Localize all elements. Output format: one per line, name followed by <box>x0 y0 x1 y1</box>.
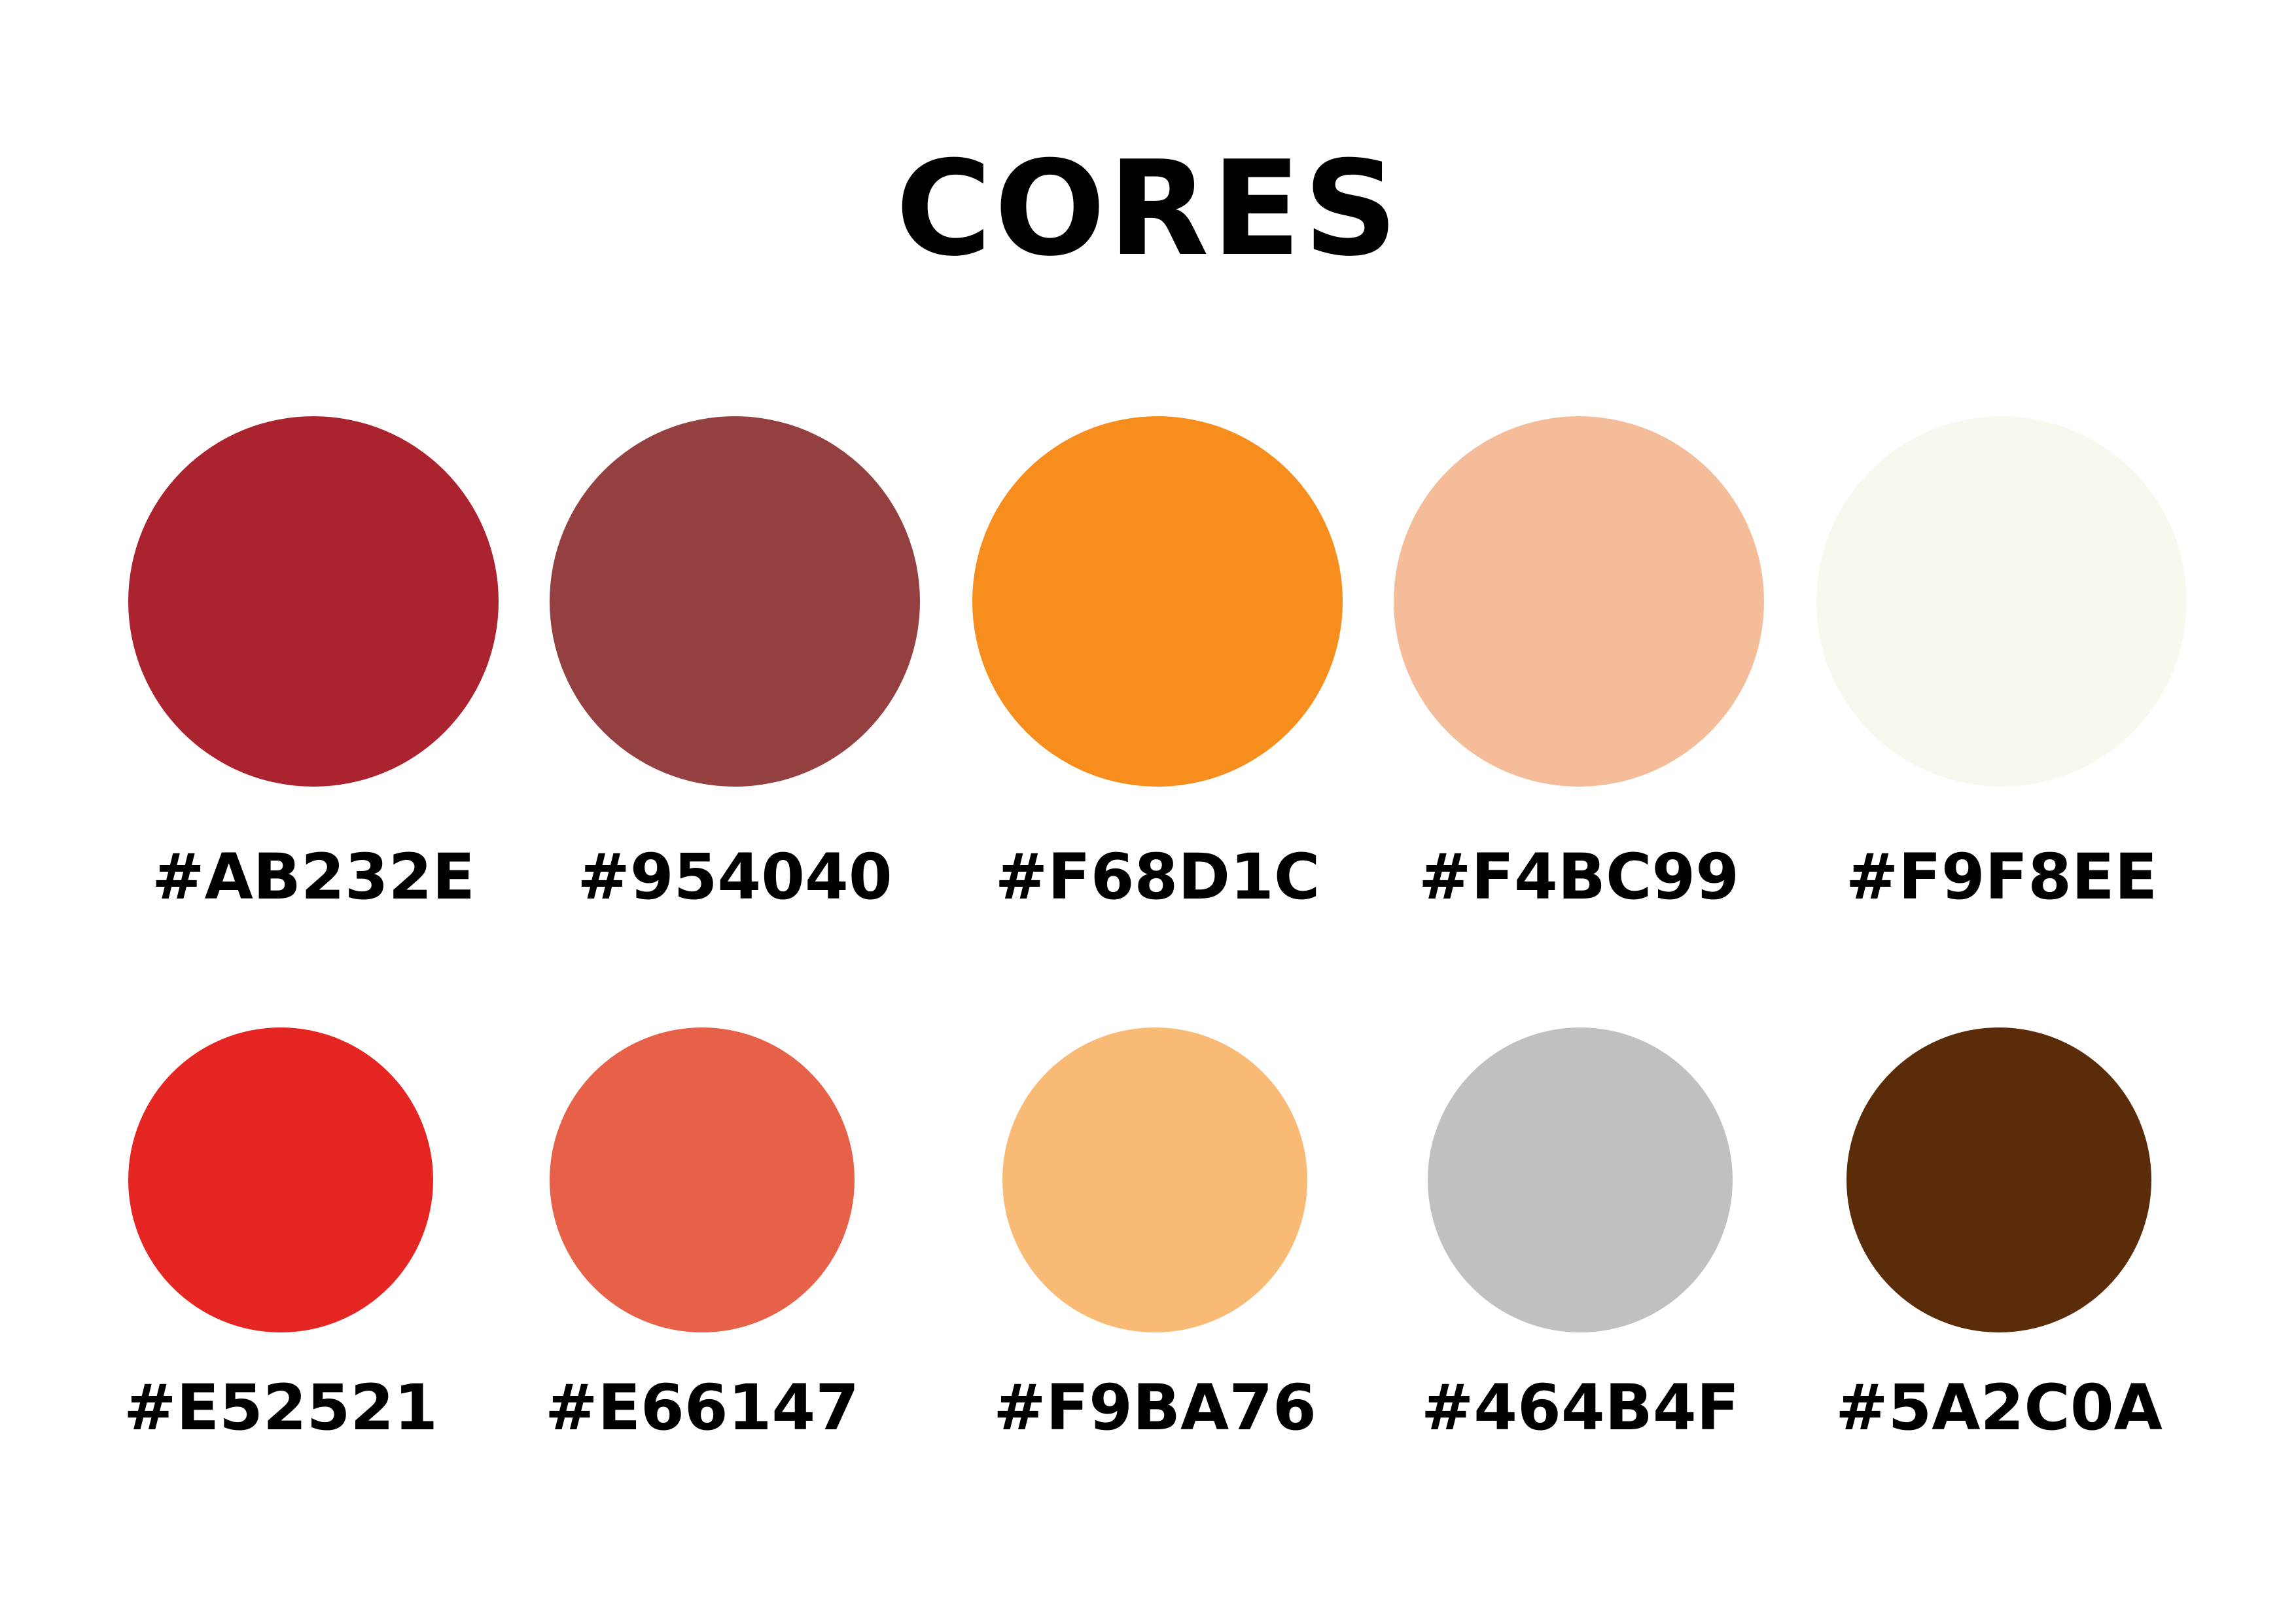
color-swatch-10 <box>1846 1027 2151 1332</box>
color-hex-label-9: #464B4F <box>1421 1371 1740 1444</box>
color-swatch-5 <box>1816 416 2187 787</box>
color-swatch-3 <box>972 416 1343 787</box>
color-hex-label-3: #F68D1C <box>995 840 1320 914</box>
color-swatch-4 <box>1394 416 1764 787</box>
color-hex-label-8: #F9BA76 <box>993 1371 1316 1444</box>
color-swatch-1 <box>128 416 499 787</box>
color-hex-label-6: #E52521 <box>124 1371 438 1444</box>
color-swatch-9 <box>1428 1027 1733 1332</box>
color-swatch-8 <box>1002 1027 1307 1332</box>
color-hex-label-1: #AB232E <box>152 840 475 914</box>
color-hex-label-10: #5A2C0A <box>1835 1371 2163 1444</box>
color-hex-label-4: #F4BC99 <box>1418 840 1740 914</box>
color-hex-label-2: #954040 <box>577 840 892 914</box>
color-swatch-7 <box>550 1027 855 1332</box>
palette-title: CORES <box>895 133 1401 285</box>
color-swatch-2 <box>550 416 920 787</box>
color-hex-label-7: #E66147 <box>545 1371 859 1444</box>
color-hex-label-5: #F9F8EE <box>1845 840 2158 914</box>
color-swatch-6 <box>128 1027 433 1332</box>
